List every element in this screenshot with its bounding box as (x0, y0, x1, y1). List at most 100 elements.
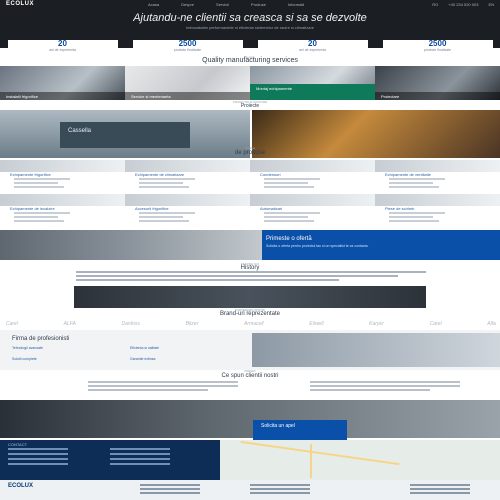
catalog-item-title[interactable]: Accesorii frigorifice (135, 206, 169, 211)
quote-banner: Primeste o ofertă Solicita o oferta pent… (0, 230, 500, 260)
stat-card: 2500 proiecte finalizate (382, 40, 493, 56)
language-ro[interactable]: RO (432, 2, 438, 7)
contact-column (110, 448, 210, 468)
stat-number: 20 (308, 39, 317, 48)
service-label: Montaj echipamente (250, 84, 375, 100)
catalog-item-list (14, 212, 94, 224)
quote-text: Solicita o oferta pentru proiectul tau s… (266, 244, 369, 248)
catalog-image (375, 160, 500, 172)
feature-title: Tehnologii avansate (12, 346, 43, 350)
stat-label: proiecte finalizate (423, 48, 452, 52)
map-road (310, 444, 312, 478)
language-en[interactable]: EN (488, 2, 494, 7)
stats-row: 20 ani de experienta 2500 proiecte final… (0, 40, 500, 56)
catalog-item[interactable]: Piese de schimb (375, 194, 500, 228)
partner-logo[interactable]: Karyer (369, 321, 384, 327)
services-title: Quality manufacturing services (202, 57, 298, 64)
catalog-item-title[interactable]: Automatizari (260, 206, 282, 211)
map-road (240, 440, 400, 466)
catalog-image (125, 160, 250, 172)
partner-logos: Carel ALFA Danfoss Bitzer Armacell Eliwe… (6, 321, 496, 327)
catalog-item-list (139, 212, 219, 224)
catalog-item[interactable]: Echipamente de climatizare (125, 160, 250, 194)
stat-card: 20 ani de experienta (7, 40, 118, 56)
testimonial-text (88, 381, 238, 393)
service-label: Instalatii frigorifice (0, 92, 125, 100)
partner-logo[interactable]: Armacell (244, 321, 263, 327)
partner-logo[interactable]: Alfa (487, 321, 496, 327)
nav-item-acasa[interactable]: Acasa (148, 2, 159, 7)
nav-item-servicii[interactable]: Servicii (216, 2, 229, 7)
service-card[interactable]: Service si mentenanta (125, 66, 250, 100)
why-us-title: Firma de profesionisti (12, 336, 70, 342)
partner-logo[interactable]: ALFA (64, 321, 76, 327)
catalog-item[interactable]: Condensori (250, 160, 375, 194)
catalog-item-title[interactable]: Echipamente de incalzire (10, 206, 55, 211)
footer-logo[interactable]: ECOLUX (8, 483, 33, 489)
catalog-title: de produse (234, 150, 266, 156)
catalog-grid: Echipamente frigorifice Echipamente de c… (0, 160, 500, 228)
projects-title: Proiecte (240, 103, 260, 109)
partner-logo[interactable]: Eliwell (309, 321, 323, 327)
logo[interactable]: ECOLUX (6, 1, 34, 7)
services-strip: Instalatii frigorifice Service si menten… (0, 66, 500, 100)
catalog-item-list (264, 178, 344, 190)
catalog-item[interactable]: Accesorii frigorifice (125, 194, 250, 228)
main-nav: Acasa Despre Servicii Produse Informatii (148, 2, 304, 7)
callback-form[interactable]: Solicita un apel (253, 420, 347, 442)
callback-banner: Solicita un apel (0, 400, 500, 442)
partner-logo[interactable]: Danfoss (122, 321, 140, 327)
catalog-item-title[interactable]: Echipamente de climatizare (135, 172, 184, 177)
catalog-item-title[interactable]: Echipamente frigorifice (10, 172, 51, 177)
phone-link[interactable]: +40 234 520 003 (448, 2, 478, 7)
testimonial-text (310, 381, 460, 393)
service-card[interactable]: Montaj echipamente (250, 66, 375, 100)
why-us-image (252, 333, 500, 367)
partner-logo[interactable]: Carel (6, 321, 18, 327)
callback-image (0, 400, 500, 438)
why-us-section: Firma de profesionisti Tehnologii avansa… (0, 330, 500, 370)
history-text (76, 271, 426, 283)
stat-label: proiecte finalizate (173, 48, 202, 52)
feature-title: Eficienta si calitate (130, 346, 159, 350)
catalog-item[interactable]: Automatizari (250, 194, 375, 228)
catalog-image (0, 160, 125, 172)
catalog-item[interactable]: Echipamente frigorifice (0, 160, 125, 194)
catalog-item-title[interactable]: Piese de schimb (385, 206, 414, 211)
testimonials-title: Ce spun clientii nostri (221, 373, 279, 379)
catalog-image (375, 194, 500, 206)
nav-item-produse[interactable]: Produse (251, 2, 266, 7)
building-sign: Cassella (68, 128, 92, 134)
catalog-item-title[interactable]: Condensori (260, 172, 280, 177)
stat-label: ani de experienta (299, 48, 326, 52)
feature-title: Garantie extinsa (130, 357, 156, 361)
footer: ECOLUX (0, 480, 500, 500)
catalog-item-title[interactable]: Echipamente de ventilatie (385, 172, 431, 177)
stat-label: ani de experienta (49, 48, 76, 52)
catalog-image (125, 194, 250, 206)
partner-logo[interactable]: Carel (430, 321, 442, 327)
quote-title: Primeste o ofertă (266, 236, 312, 242)
stat-number: 2500 (178, 39, 197, 48)
quote-box[interactable]: Primeste o ofertă Solicita o oferta pent… (262, 230, 500, 260)
partner-logo[interactable]: Bitzer (186, 321, 199, 327)
location-map[interactable] (220, 440, 500, 480)
partners-title: Brand-uri reprezentate (219, 311, 281, 317)
service-card[interactable]: Proiectare (375, 66, 500, 100)
hero-subtitle: Imbunatatim performantele si eficienta s… (185, 25, 315, 30)
top-right-links: RO +40 234 520 003 EN (432, 2, 494, 7)
service-label: Proiectare (375, 92, 500, 100)
footer-column (410, 484, 470, 496)
catalog-item[interactable]: Echipamente de incalzire (0, 194, 125, 228)
nav-item-informatii[interactable]: Informatii (288, 2, 304, 7)
catalog-item[interactable]: Echipamente de ventilatie (375, 160, 500, 194)
feature-title: Solutii complete (12, 357, 37, 361)
hero-title: Ajutandu-ne clientii sa creasca si sa se… (133, 12, 367, 24)
callback-title: Solicita un apel (261, 423, 295, 429)
nav-item-despre[interactable]: Despre (181, 2, 194, 7)
contact-heading: CONTACT (8, 442, 28, 447)
catalog-item-list (139, 178, 219, 190)
service-card[interactable]: Instalatii frigorifice (0, 66, 125, 100)
footer-column (250, 484, 310, 496)
service-label: Service si mentenanta (125, 92, 250, 100)
